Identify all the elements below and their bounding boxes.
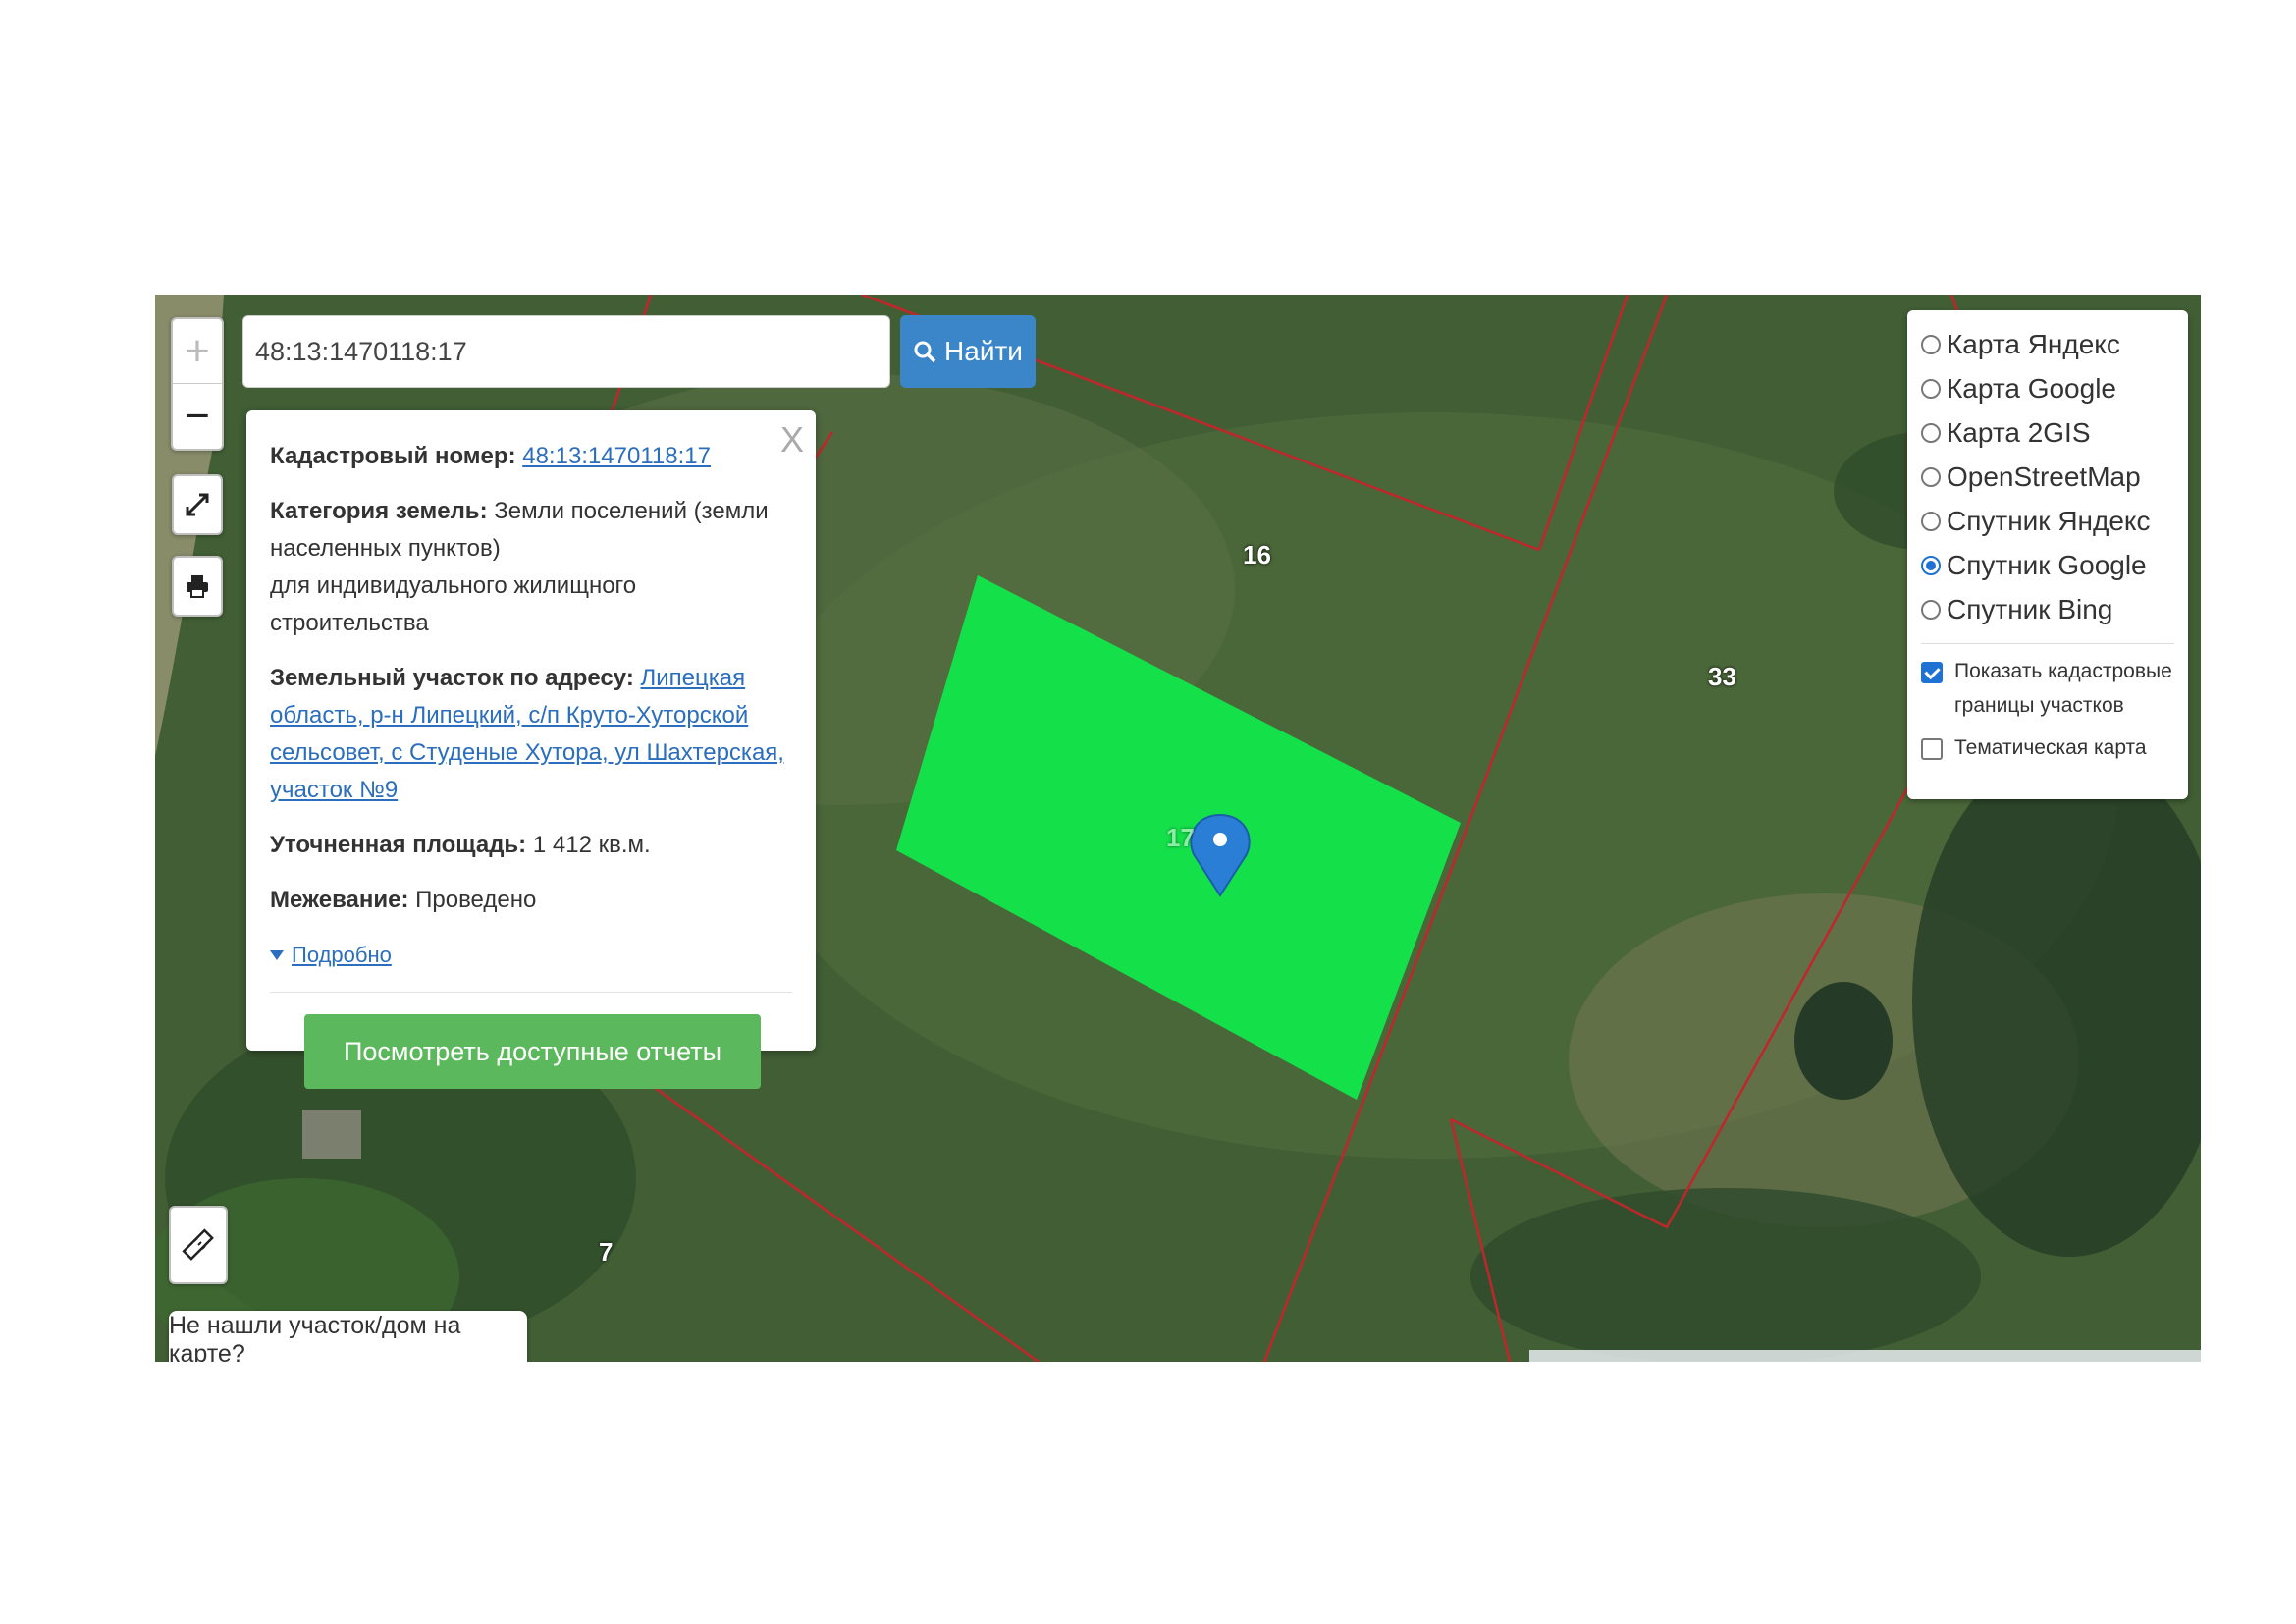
layer-option-label: Карта Google: [1947, 372, 2116, 404]
layer-radio[interactable]: [1921, 378, 1941, 399]
layer-option[interactable]: Спутник Google: [1921, 543, 2174, 587]
zoom-in-button[interactable]: +: [173, 319, 222, 384]
land-category-label: Категория земель:: [270, 498, 488, 524]
expand-arrows-icon: [186, 493, 209, 516]
address-row: Земельный участок по адресу: Липецкая об…: [270, 660, 792, 809]
address-label: Земельный участок по адресу:: [270, 665, 634, 691]
layer-option[interactable]: Спутник Bing: [1921, 587, 2174, 631]
divider: [270, 992, 792, 993]
cadastral-number-label: Кадастровый номер:: [270, 443, 516, 469]
zoom-control: + −: [171, 317, 224, 451]
area-row: Уточненная площадь: 1 412 кв.м.: [270, 827, 792, 864]
layer-radio[interactable]: [1921, 599, 1941, 620]
layer-option-label: Спутник Bing: [1947, 593, 2113, 624]
triangle-down-icon: [270, 950, 284, 960]
view-reports-button[interactable]: Посмотреть доступные отчеты: [304, 1014, 761, 1089]
layer-radio[interactable]: [1921, 511, 1941, 531]
layer-option[interactable]: Карта 2GIS: [1921, 410, 2174, 455]
layer-option-label: Карта 2GIS: [1947, 416, 2091, 448]
fullscreen-button[interactable]: [172, 474, 223, 535]
plot-number-33[interactable]: 33: [1708, 662, 1736, 692]
layer-option[interactable]: Спутник Яндекс: [1921, 499, 2174, 543]
plot-number-16[interactable]: 16: [1243, 540, 1271, 570]
survey-value: Проведено: [415, 887, 537, 913]
measure-button[interactable]: [169, 1206, 228, 1284]
thematic-map-checkbox[interactable]: [1921, 738, 1943, 760]
plot-number-17[interactable]: 17: [1166, 823, 1195, 853]
not-found-plot-button[interactable]: Не нашли участок/дом на карте?: [169, 1311, 527, 1362]
zoom-out-button[interactable]: −: [173, 384, 222, 448]
layer-option-label: Карта Яндекс: [1947, 328, 2120, 359]
layer-radio[interactable]: [1921, 555, 1941, 575]
area-value: 1 412 кв.м.: [532, 832, 651, 858]
survey-label: Межевание:: [270, 887, 409, 913]
cadastral-number-link[interactable]: 48:13:1470118:17: [522, 443, 711, 469]
show-cadastral-borders-option[interactable]: Показать кадастровые границы участков: [1921, 654, 2174, 723]
layer-option[interactable]: Карта Яндекс: [1921, 322, 2174, 366]
layer-radio[interactable]: [1921, 466, 1941, 487]
details-toggle[interactable]: Подробно: [270, 937, 792, 974]
plot-number-7[interactable]: 7: [599, 1237, 613, 1268]
area-label: Уточненная площадь:: [270, 832, 527, 858]
layer-option-label: OpenStreetMap: [1947, 460, 2141, 492]
layer-option-label: Спутник Google: [1947, 549, 2147, 580]
survey-row: Межевание: Проведено: [270, 882, 792, 919]
layer-radio[interactable]: [1921, 334, 1941, 354]
printer-icon: [187, 575, 208, 598]
close-icon[interactable]: X: [780, 422, 804, 458]
layer-option[interactable]: OpenStreetMap: [1921, 455, 2174, 499]
details-label: Подробно: [292, 943, 392, 967]
thematic-map-label: Тематическая карта: [1954, 736, 2147, 759]
show-borders-label: Показать кадастровые границы участков: [1954, 660, 2172, 717]
plot-info-popup: X Кадастровый номер: 48:13:1470118:17 Ка…: [246, 410, 816, 1089]
layer-switcher: Карта Яндекс Карта Google Карта 2GIS OpenSt…: [1907, 310, 2188, 799]
cadastral-search-input[interactable]: 48:13:1470118:17: [242, 315, 890, 388]
layer-option-label: Спутник Яндекс: [1947, 505, 2151, 536]
find-button[interactable]: Найти: [900, 315, 1036, 388]
find-button-label: Найти: [944, 336, 1023, 366]
divider: [1921, 643, 2174, 644]
layer-radio[interactable]: [1921, 422, 1941, 443]
layer-option[interactable]: Карта Google: [1921, 366, 2174, 410]
map-attribution-bar: [1529, 1350, 2201, 1362]
cadastral-number-row: Кадастровый номер: 48:13:1470118:17: [270, 438, 792, 475]
print-button[interactable]: [172, 556, 223, 617]
ruler-icon: [182, 1228, 214, 1261]
land-usage-value: для индивидуального жилищного строительс…: [270, 572, 637, 636]
map-view[interactable]: 16 33 17 7 + − 48:13:1470118:17 Найти X …: [155, 295, 2201, 1362]
show-borders-checkbox[interactable]: [1921, 662, 1943, 683]
magnifier-icon: [914, 341, 936, 363]
thematic-map-option[interactable]: Тематическая карта: [1921, 731, 2174, 765]
land-category-row: Категория земель: Земли поселений (земли…: [270, 493, 792, 642]
